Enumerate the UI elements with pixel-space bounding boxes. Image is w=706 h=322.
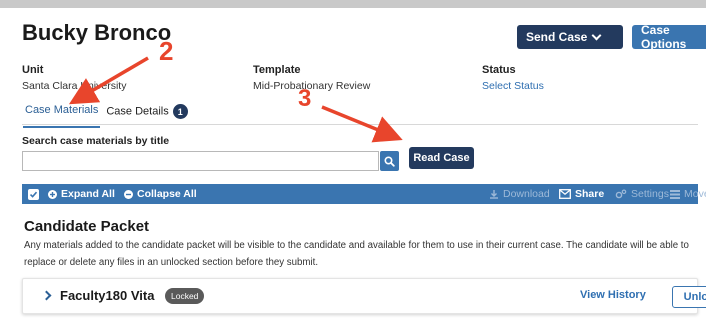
download-label: Download <box>503 188 550 200</box>
template-value: Mid-Probationary Review <box>253 80 371 92</box>
minus-circle-icon <box>124 189 133 199</box>
section-description: Any materials added to the candidate pac… <box>24 240 689 268</box>
share-button[interactable]: Share <box>559 184 604 204</box>
move-label: Move <box>684 188 706 200</box>
send-case-label: Send Case <box>526 30 588 44</box>
settings-label: Settings <box>631 188 669 200</box>
search-button[interactable] <box>380 151 399 171</box>
chevron-down-icon <box>591 30 602 40</box>
case-tabs: Case Materials Case Details 1 <box>22 104 188 128</box>
case-options-label: Case Options <box>641 23 687 51</box>
case-details-count-badge: 1 <box>172 104 188 119</box>
unlock-button[interactable]: Unlock <box>672 286 706 308</box>
chevron-right-icon[interactable] <box>41 290 52 301</box>
annotation-number-3: 3 <box>298 85 312 112</box>
top-strip <box>0 0 706 8</box>
search-label: Search case materials by title <box>22 135 170 147</box>
settings-button[interactable]: Settings <box>615 184 669 204</box>
select-all-checkbox[interactable] <box>28 184 39 204</box>
materials-toolbar: Expand All Collapse All Download Share S… <box>22 184 706 204</box>
material-title[interactable]: Faculty180 Vita <box>60 288 154 303</box>
annotation-number-2: 2 <box>159 36 174 66</box>
plus-circle-icon <box>48 189 57 199</box>
move-button[interactable]: Move <box>670 184 706 204</box>
collapse-all-button[interactable]: Collapse All <box>124 184 197 204</box>
share-label: Share <box>575 188 605 200</box>
unit-label: Unit <box>22 64 44 76</box>
tab-case-materials[interactable]: Case Materials <box>22 104 101 128</box>
move-icon <box>670 189 680 199</box>
material-card: Faculty180 Vita Locked View History Unlo… <box>22 278 706 314</box>
expand-all-label: Expand All <box>61 188 115 200</box>
select-status-link[interactable]: Select Status <box>482 80 544 92</box>
download-button[interactable]: Download <box>489 184 550 204</box>
status-label: Status <box>482 64 516 76</box>
read-case-button[interactable]: Read Case <box>409 147 474 169</box>
expand-all-button[interactable]: Expand All <box>48 184 115 204</box>
checkbox-checked-icon <box>28 188 39 200</box>
view-history-link[interactable]: View History <box>580 289 646 301</box>
template-label: Template <box>253 64 301 76</box>
search-input[interactable] <box>22 151 379 171</box>
envelope-icon <box>559 189 571 199</box>
download-icon <box>490 190 498 199</box>
gears-icon <box>615 189 627 199</box>
tab-case-details-label: Case Details <box>106 105 169 118</box>
page-title: Bucky Bronco <box>22 20 172 45</box>
locked-badge: Locked <box>165 288 205 304</box>
search-icon <box>384 155 395 167</box>
section-title: Candidate Packet <box>24 218 150 235</box>
collapse-all-label: Collapse All <box>137 188 197 200</box>
send-case-button[interactable]: Send Case <box>517 25 623 49</box>
unit-value: Santa Clara University <box>22 80 127 92</box>
tabs-divider <box>22 124 698 125</box>
case-page: Bucky Bronco Send Case Case Options Unit… <box>8 8 706 322</box>
case-options-button[interactable]: Case Options <box>632 23 706 51</box>
tab-case-details[interactable]: Case Details 1 <box>106 104 188 122</box>
